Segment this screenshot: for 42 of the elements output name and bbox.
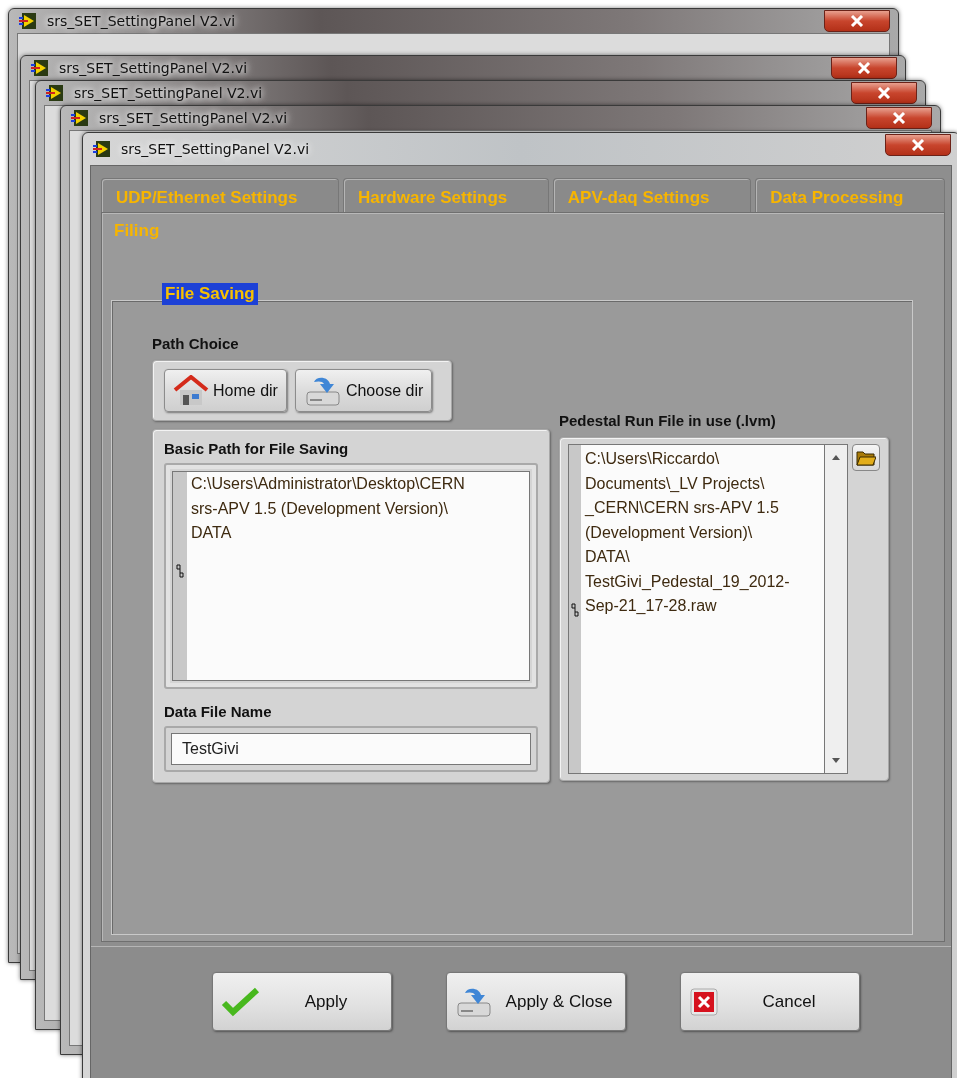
browse-button[interactable] bbox=[852, 444, 880, 471]
path-text: C:\Users\Riccardo\ Documents\_LV Projects\ _CERN\CERN srs-APV 1.5 (Development Version)\ DATA\ TestGivi_Pedestal_19_2012- Sep-21_17-28.raw bbox=[581, 444, 825, 774]
scrollbar[interactable] bbox=[825, 444, 848, 774]
window-title: srs_SET_SettingPanel V2.vi bbox=[74, 85, 263, 101]
apply-button[interactable]: Apply bbox=[212, 972, 392, 1031]
window-title: srs_SET_SettingPanel V2.vi bbox=[121, 141, 310, 157]
vi-icon bbox=[19, 12, 39, 30]
cancel-icon bbox=[689, 986, 719, 1017]
field-label: Data File Name bbox=[164, 703, 273, 720]
vi-icon bbox=[93, 140, 113, 158]
vi-icon bbox=[71, 109, 91, 127]
input-field[interactable]: TestGivi bbox=[171, 733, 531, 765]
folder-icon bbox=[856, 449, 876, 466]
choose-button[interactable]: Choose dir bbox=[294, 369, 433, 412]
scroll-up-icon bbox=[832, 455, 840, 460]
window-title: srs_SET_SettingPanel V2.vi bbox=[99, 110, 288, 126]
cancel-button[interactable]: Cancel bbox=[680, 972, 860, 1031]
field-label: Pedestal Run File in use (.lvm) bbox=[559, 412, 777, 429]
house-icon bbox=[173, 374, 209, 407]
close-icon bbox=[857, 62, 871, 74]
window-title: srs_SET_SettingPanel V2.vi bbox=[59, 60, 248, 76]
connector-icon bbox=[176, 564, 184, 578]
close-button[interactable] bbox=[851, 82, 917, 104]
close-icon bbox=[877, 87, 891, 99]
home-button[interactable]: Home dir bbox=[164, 369, 287, 412]
close-icon bbox=[911, 139, 925, 151]
window-title: srs_SET_SettingPanel V2.vi bbox=[47, 13, 236, 29]
close-button[interactable] bbox=[824, 10, 890, 32]
check-icon bbox=[221, 986, 261, 1017]
vi-icon bbox=[31, 59, 51, 77]
close-button[interactable] bbox=[885, 134, 951, 156]
scroll-down-icon bbox=[832, 758, 840, 763]
close-button[interactable] bbox=[866, 107, 932, 129]
apply-close-button[interactable]: Apply & Close bbox=[446, 972, 626, 1031]
vi-icon bbox=[46, 84, 66, 102]
field-label: Basic Path for File Saving bbox=[164, 440, 350, 457]
group-title: File Saving bbox=[162, 283, 258, 305]
close-icon bbox=[850, 15, 864, 27]
close-button[interactable] bbox=[831, 57, 897, 79]
close-icon bbox=[892, 112, 906, 124]
field-label: Path Choice bbox=[152, 335, 240, 352]
connector-icon bbox=[571, 603, 579, 617]
